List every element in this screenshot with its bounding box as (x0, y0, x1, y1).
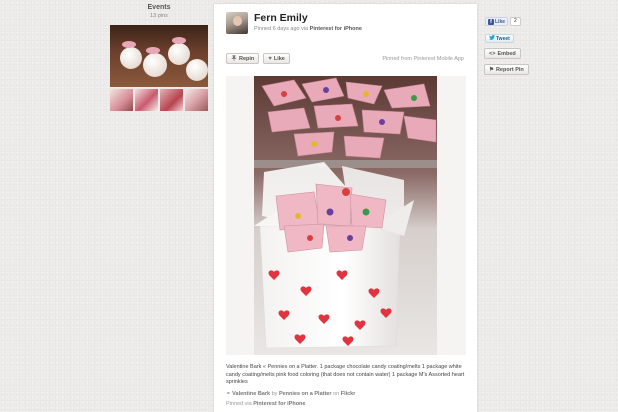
embed-button[interactable]: <> Embed (484, 48, 521, 59)
source-author-link[interactable]: Pennies on a Platter (279, 391, 332, 397)
pinned-via: Pinned via Pinterest for iPhone (226, 401, 305, 407)
pinned-from[interactable]: Pinned from Pinterest Mobile App (382, 56, 464, 62)
facebook-icon: f (488, 18, 494, 25)
pinned-app-link[interactable]: Pinterest for iPhone (310, 26, 362, 32)
like-label: Like (273, 55, 285, 62)
flag-icon: ⚑ (489, 66, 494, 73)
like-button[interactable]: ♥ Like (263, 53, 290, 64)
pin-card: Fern Emily Pinned 6 days ago via Pintere… (214, 4, 477, 412)
user-name[interactable]: Fern Emily (254, 12, 362, 24)
board-title[interactable]: Events (110, 4, 208, 11)
facebook-like: f Like 2 (485, 17, 521, 26)
pinned-ago: Pinned 6 days ago via (254, 26, 309, 32)
link-icon: ⚭ (226, 391, 231, 397)
board-thumbnails (110, 89, 208, 111)
board-thumbnail[interactable] (185, 89, 208, 111)
pin-description: Valentine Bark « Pennies on a Platter. 1… (226, 364, 465, 385)
pinned-via-app-link[interactable]: Pinterest for iPhone (253, 401, 305, 407)
repin-button[interactable]: Repin (226, 53, 260, 64)
pinned-via-label: Pinned via (226, 401, 252, 407)
tweet-label: Tweet (496, 35, 510, 42)
pushpin-icon (231, 54, 237, 63)
source-by: by (271, 391, 278, 397)
facebook-like-count: 2 (510, 17, 521, 26)
facebook-like-button[interactable]: f Like (485, 17, 509, 26)
repin-label: Repin (239, 55, 255, 62)
avatar[interactable] (226, 12, 248, 34)
pin-header: Fern Emily Pinned 6 days ago via Pintere… (226, 12, 362, 34)
valentine-bark-photo (254, 76, 437, 355)
source-site-link[interactable]: Flickr (341, 391, 356, 397)
report-pin-button[interactable]: ⚑ Report Pin (484, 64, 529, 75)
pin-image[interactable] (254, 76, 437, 355)
board-cover-image[interactable] (110, 25, 208, 87)
twitter-icon (489, 35, 495, 42)
embed-label: Embed (497, 50, 516, 57)
pin-photo-frame (226, 76, 466, 355)
source-on: on (333, 391, 340, 397)
report-pin-label: Report Pin (495, 66, 524, 73)
code-icon: <> (489, 50, 496, 57)
board-thumbnail[interactable] (110, 89, 133, 111)
board-thumbnail[interactable] (160, 89, 183, 111)
board-pin-count: 13 pins (150, 13, 168, 19)
board-preview[interactable]: Events 13 pins (110, 4, 208, 111)
pin-actions: Repin ♥ Like (226, 53, 290, 64)
facebook-like-label: Like (495, 18, 506, 25)
tweet-button[interactable]: Tweet (485, 34, 514, 43)
board-thumbnail[interactable] (135, 89, 158, 111)
pin-meta: Pinned 6 days ago via Pinterest for iPho… (254, 26, 362, 32)
heart-icon: ♥ (268, 55, 272, 62)
source-title-link[interactable]: Valentine Bark (232, 391, 270, 397)
pin-source: ⚭ Valentine Bark by Pennies on a Platter… (226, 391, 355, 397)
